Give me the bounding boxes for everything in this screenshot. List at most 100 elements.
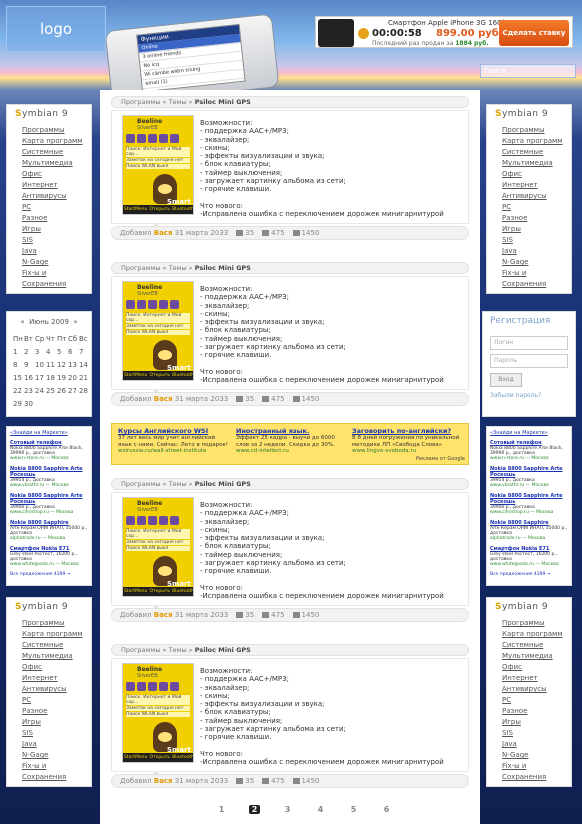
search-input[interactable]: Поиск [480, 64, 576, 78]
category-link[interactable]: Программы [22, 618, 91, 629]
page-link[interactable]: 4 [304, 805, 337, 814]
category-link[interactable]: Программы [502, 125, 571, 136]
category-link[interactable]: Интернет [502, 673, 571, 684]
comments-count[interactable]: 35 [245, 777, 254, 785]
calendar-day[interactable]: 12 [57, 358, 68, 371]
calendar-day[interactable]: 6 [68, 345, 79, 358]
ad-url[interactable]: wsirussia.ru/wall-street-institute [118, 448, 230, 454]
ad-title[interactable]: Nokia 8800 Sapphire Arte Роскошь [490, 493, 568, 505]
market-ad[interactable]: Сотовый телефон Nokia 8800 Sapphire Arte … [10, 440, 88, 461]
ad-url[interactable]: www.cifroshop.ru — Москва [10, 510, 88, 515]
category-link[interactable]: Разное [502, 706, 571, 717]
ad-url[interactable]: alphatrade.ru — Москва [490, 536, 568, 541]
ad-title[interactable]: Иностранный язык. [236, 427, 348, 435]
category-link[interactable]: Системные [22, 147, 91, 158]
ad-url[interactable]: www.cd-intellect.ru [236, 448, 348, 454]
ad-title[interactable]: Nokia 8800 Sapphire Arte Роскошь [10, 466, 88, 478]
breadcrumb-link[interactable]: Темы [169, 98, 187, 106]
category-link[interactable]: Java [502, 246, 571, 257]
category-link[interactable]: Офис [22, 169, 91, 180]
category-link[interactable]: Fix-ы и Сохранения [502, 268, 571, 288]
calendar-day[interactable]: 23 [24, 384, 35, 397]
category-link[interactable]: Интернет [502, 180, 571, 191]
ad-url[interactable]: www.lingvo-svoboda.ru [352, 448, 464, 454]
registration-link[interactable]: Регистрация [483, 312, 575, 332]
category-link[interactable]: Fix-ы и Сохранения [502, 761, 571, 781]
post-title[interactable]: Psiloc Mini GPS [195, 646, 251, 654]
theme-screenshot[interactable]: Beeline SilverEB Поиск: Интернет и Мой сор… [122, 663, 194, 763]
category-link[interactable]: Интернет [22, 180, 91, 191]
breadcrumb-link[interactable]: Программы [121, 264, 160, 272]
breadcrumb-link[interactable]: Программы [121, 98, 160, 106]
calendar-day[interactable]: 9 [24, 358, 35, 371]
calendar-day[interactable]: 22 [13, 384, 24, 397]
calendar-day[interactable]: 26 [57, 384, 68, 397]
post-title[interactable]: Psiloc Mini GPS [195, 480, 251, 488]
ad-url[interactable]: www.whitegoods.ru — Москва [10, 562, 88, 567]
calendar-day[interactable]: 4 [46, 345, 57, 358]
page-link[interactable]: 5 [337, 805, 370, 814]
category-link[interactable]: Игры [502, 717, 571, 728]
category-link[interactable]: Карта программ [22, 136, 91, 147]
category-link[interactable]: N-Gage [22, 750, 91, 761]
calendar-day[interactable]: 27 [68, 384, 79, 397]
calendar-day[interactable]: 18 [46, 371, 57, 384]
ad-url[interactable]: alphatrade.ru — Москва [10, 536, 88, 541]
category-link[interactable]: Антивирусы [22, 684, 91, 695]
calendar-day[interactable]: 3 [35, 345, 46, 358]
site-logo[interactable]: logo [6, 6, 106, 52]
ad-url[interactable]: www.n-store.ru — Москва [10, 456, 88, 461]
category-link[interactable]: Программы [502, 618, 571, 629]
forgot-password-link[interactable]: Забыли пароль? [483, 387, 575, 399]
calendar-day[interactable]: 8 [13, 358, 24, 371]
login-input[interactable]: Логин [490, 336, 568, 350]
post-title[interactable]: Psiloc Mini GPS [195, 98, 251, 106]
category-link[interactable]: SIS [22, 728, 91, 739]
author-link[interactable]: Вася [154, 777, 173, 785]
market-ad[interactable]: Nokia 8800 Sapphire Arte Роскошь 39954 р.… [10, 466, 88, 488]
author-link[interactable]: Вася [154, 611, 173, 619]
category-link[interactable]: Антивирусы [502, 191, 571, 202]
ad-title[interactable]: Заговорить по-английски? [352, 427, 464, 435]
calendar-day[interactable]: 29 [13, 397, 24, 410]
category-link[interactable]: Мультимедиа [502, 158, 571, 169]
place-bid-button[interactable]: Сделать ставку [499, 20, 569, 46]
comments-count[interactable]: 35 [245, 611, 254, 619]
author-link[interactable]: Вася [154, 229, 173, 237]
calendar-day[interactable]: 14 [79, 358, 90, 371]
calendar-day[interactable]: 7 [79, 345, 90, 358]
calendar-day[interactable]: 1 [13, 345, 24, 358]
category-link[interactable]: Разное [22, 706, 91, 717]
page-link[interactable]: 3 [271, 805, 304, 814]
page-link[interactable]: 1 [205, 805, 238, 814]
ad-title[interactable]: Nokia 8800 Sapphire Arte Роскошь [490, 466, 568, 478]
calendar-day[interactable]: 30 [24, 397, 35, 410]
theme-screenshot[interactable]: Beeline SilverEB Поиск: Интернет и Мой сор… [122, 497, 194, 597]
password-input[interactable]: Пароль [490, 354, 568, 368]
market-ads-header[interactable]: «Знайди на Маркете» [490, 430, 568, 436]
comments-count[interactable]: 35 [245, 229, 254, 237]
category-link[interactable]: Разное [502, 213, 571, 224]
calendar-day[interactable]: 5 [57, 345, 68, 358]
login-button[interactable]: Вход [490, 373, 522, 387]
breadcrumb-link[interactable]: Программы [121, 646, 160, 654]
calendar-day[interactable]: 17 [35, 371, 46, 384]
theme-screenshot[interactable]: Beeline SilverEB Поиск: Интернет и Мой сор… [122, 281, 194, 381]
category-link[interactable]: Офис [502, 662, 571, 673]
market-ads-header[interactable]: «Знайди на Маркете» [10, 430, 88, 436]
category-link[interactable]: Java [22, 246, 91, 257]
calendar-day[interactable]: 20 [68, 371, 79, 384]
category-link[interactable]: PC [22, 202, 91, 213]
market-ad[interactable]: Nokia 8800 Sapphire Arte Керам ОРИГИНАЛ, … [490, 520, 568, 541]
category-link[interactable]: N-Gage [502, 257, 571, 268]
category-link[interactable]: Системные [502, 147, 571, 158]
category-link[interactable]: Интернет [22, 673, 91, 684]
calendar-day[interactable]: 28 [79, 384, 90, 397]
google-ad[interactable]: Иностранный язык. Эффект 25 кадра - выучи… [236, 427, 348, 454]
category-link[interactable]: SIS [502, 235, 571, 246]
theme-screenshot[interactable]: Beeline SilverEB Поиск: Интернет и Мой сор… [122, 115, 194, 215]
category-link[interactable]: Офис [22, 662, 91, 673]
calendar-day[interactable]: 10 [35, 358, 46, 371]
prev-month-button[interactable]: « [20, 318, 24, 326]
page-link[interactable]: 6 [370, 805, 403, 814]
